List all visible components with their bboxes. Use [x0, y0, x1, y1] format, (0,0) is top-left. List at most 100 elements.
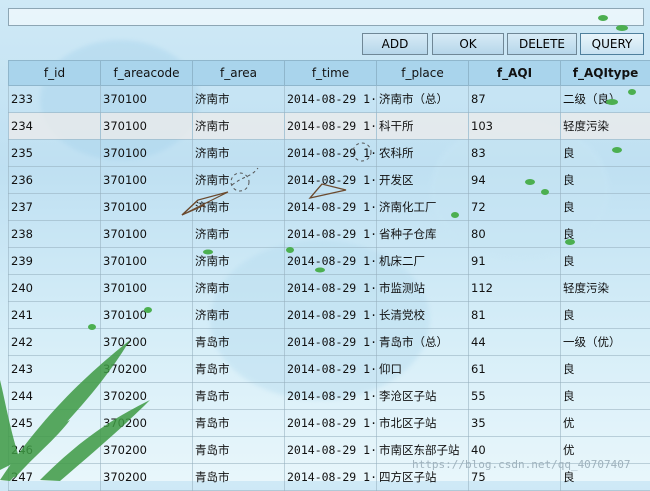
cell-f-time[interactable]: 2014-08-29 1··· — [285, 167, 377, 194]
cell-f-time[interactable]: 2014-08-29 1··· — [285, 113, 377, 140]
cell-f-place[interactable]: 长清党校 — [377, 302, 469, 329]
table-row[interactable]: 235370100济南市2014-08-29 1···农科所83良 — [9, 140, 650, 167]
cell-f-areacode[interactable]: 370100 — [101, 275, 193, 302]
query-button[interactable]: QUERY — [580, 33, 644, 55]
cell-f-area[interactable]: 青岛市 — [193, 437, 285, 464]
cell-f-area[interactable]: 济南市 — [193, 221, 285, 248]
cell-f-area[interactable]: 济南市 — [193, 113, 285, 140]
cell-f-area[interactable]: 青岛市 — [193, 410, 285, 437]
cell-f-place[interactable]: 农科所 — [377, 140, 469, 167]
cell-f-area[interactable]: 济南市 — [193, 194, 285, 221]
cell-f-areacode[interactable]: 370100 — [101, 167, 193, 194]
column-header-f-aqitype[interactable]: f_AQItype — [561, 61, 650, 86]
cell-f-id[interactable]: 244 — [9, 383, 101, 410]
cell-f-time[interactable]: 2014-08-29 1··· — [285, 437, 377, 464]
cell-f-aqitype[interactable]: 良 — [561, 383, 650, 410]
cell-f-id[interactable]: 245 — [9, 410, 101, 437]
cell-f-id[interactable]: 236 — [9, 167, 101, 194]
cell-f-id[interactable]: 235 — [9, 140, 101, 167]
cell-f-place[interactable]: 李沧区子站 — [377, 383, 469, 410]
cell-f-aqitype[interactable]: 良 — [561, 167, 650, 194]
cell-f-time[interactable]: 2014-08-29 1··· — [285, 464, 377, 491]
cell-f-aqi[interactable]: 44 — [469, 329, 561, 356]
table-row[interactable]: 240370100济南市2014-08-29 1···市监测站112轻度污染 — [9, 275, 650, 302]
cell-f-areacode[interactable]: 370100 — [101, 86, 193, 113]
cell-f-id[interactable]: 234 — [9, 113, 101, 140]
table-row[interactable]: 234370100济南市2014-08-29 1···科干所103轻度污染 — [9, 113, 650, 140]
cell-f-aqi[interactable]: 61 — [469, 356, 561, 383]
table-row[interactable]: 241370100济南市2014-08-29 1···长清党校81良 — [9, 302, 650, 329]
cell-f-aqi[interactable]: 72 — [469, 194, 561, 221]
cell-f-area[interactable]: 济南市 — [193, 86, 285, 113]
cell-f-aqitype[interactable]: 良 — [561, 140, 650, 167]
cell-f-areacode[interactable]: 370100 — [101, 302, 193, 329]
cell-f-areacode[interactable]: 370200 — [101, 329, 193, 356]
cell-f-id[interactable]: 238 — [9, 221, 101, 248]
cell-f-id[interactable]: 237 — [9, 194, 101, 221]
cell-f-aqi[interactable]: 91 — [469, 248, 561, 275]
cell-f-id[interactable]: 239 — [9, 248, 101, 275]
add-button[interactable]: ADD — [362, 33, 428, 55]
cell-f-aqitype[interactable]: 良 — [561, 302, 650, 329]
cell-f-area[interactable]: 济南市 — [193, 140, 285, 167]
column-header-f-area[interactable]: f_area — [193, 61, 285, 86]
cell-f-area[interactable]: 青岛市 — [193, 329, 285, 356]
cell-f-areacode[interactable]: 370100 — [101, 194, 193, 221]
cell-f-id[interactable]: 241 — [9, 302, 101, 329]
table-row[interactable]: 242370200青岛市2014-08-29 1···青岛市（总）44一级（优） — [9, 329, 650, 356]
cell-f-id[interactable]: 240 — [9, 275, 101, 302]
cell-f-id[interactable]: 247 — [9, 464, 101, 491]
cell-f-place[interactable]: 济南化工厂 — [377, 194, 469, 221]
cell-f-aqi[interactable]: 35 — [469, 410, 561, 437]
cell-f-time[interactable]: 2014-08-29 1··· — [285, 383, 377, 410]
table-row[interactable]: 238370100济南市2014-08-29 1···省种子仓库80良 — [9, 221, 650, 248]
cell-f-aqi[interactable]: 103 — [469, 113, 561, 140]
delete-button[interactable]: DELETE — [507, 33, 577, 55]
cell-f-aqi[interactable]: 87 — [469, 86, 561, 113]
cell-f-areacode[interactable]: 370200 — [101, 356, 193, 383]
cell-f-aqi[interactable]: 94 — [469, 167, 561, 194]
table-row[interactable]: 243370200青岛市2014-08-29 1···仰口61良 — [9, 356, 650, 383]
cell-f-place[interactable]: 市监测站 — [377, 275, 469, 302]
table-row[interactable]: 245370200青岛市2014-08-29 1···市北区子站35优 — [9, 410, 650, 437]
cell-f-areacode[interactable]: 370100 — [101, 248, 193, 275]
cell-f-place[interactable]: 开发区 — [377, 167, 469, 194]
cell-f-area[interactable]: 青岛市 — [193, 383, 285, 410]
cell-f-aqitype[interactable]: 优 — [561, 410, 650, 437]
cell-f-aqitype[interactable]: 轻度污染 — [561, 275, 650, 302]
column-header-f-id[interactable]: f_id — [9, 61, 101, 86]
cell-f-areacode[interactable]: 370200 — [101, 410, 193, 437]
data-grid[interactable]: f_id f_areacode f_area f_time f_place f_… — [8, 60, 650, 491]
cell-f-time[interactable]: 2014-08-29 1··· — [285, 86, 377, 113]
cell-f-aqi[interactable]: 80 — [469, 221, 561, 248]
cell-f-place[interactable]: 仰口 — [377, 356, 469, 383]
cell-f-aqi[interactable]: 112 — [469, 275, 561, 302]
cell-f-aqitype[interactable]: 良 — [561, 248, 650, 275]
table-row[interactable]: 237370100济南市2014-08-29 1···济南化工厂72良 — [9, 194, 650, 221]
cell-f-aqitype[interactable]: 二级（良） — [561, 86, 650, 113]
cell-f-time[interactable]: 2014-08-29 1··· — [285, 194, 377, 221]
cell-f-aqitype[interactable]: 良 — [561, 221, 650, 248]
cell-f-time[interactable]: 2014-08-29 1··· — [285, 356, 377, 383]
cell-f-time[interactable]: 2014-08-29 1··· — [285, 275, 377, 302]
cell-f-areacode[interactable]: 370100 — [101, 113, 193, 140]
cell-f-place[interactable]: 济南市（总） — [377, 86, 469, 113]
cell-f-aqi[interactable]: 55 — [469, 383, 561, 410]
cell-f-area[interactable]: 济南市 — [193, 248, 285, 275]
cell-f-aqitype[interactable]: 一级（优） — [561, 329, 650, 356]
cell-f-time[interactable]: 2014-08-29 1··· — [285, 410, 377, 437]
cell-f-aqi[interactable]: 83 — [469, 140, 561, 167]
cell-f-area[interactable]: 济南市 — [193, 167, 285, 194]
cell-f-area[interactable]: 青岛市 — [193, 464, 285, 491]
table-row[interactable]: 233370100济南市2014-08-29 1···济南市（总）87二级（良） — [9, 86, 650, 113]
cell-f-time[interactable]: 2014-08-29 1··· — [285, 302, 377, 329]
ok-button[interactable]: OK — [432, 33, 504, 55]
column-header-f-areacode[interactable]: f_areacode — [101, 61, 193, 86]
column-header-f-time[interactable]: f_time — [285, 61, 377, 86]
cell-f-time[interactable]: 2014-08-29 1··· — [285, 248, 377, 275]
cell-f-areacode[interactable]: 370100 — [101, 221, 193, 248]
cell-f-time[interactable]: 2014-08-29 1··· — [285, 140, 377, 167]
column-header-f-place[interactable]: f_place — [377, 61, 469, 86]
cell-f-aqitype[interactable]: 良 — [561, 194, 650, 221]
cell-f-aqitype[interactable]: 轻度污染 — [561, 113, 650, 140]
